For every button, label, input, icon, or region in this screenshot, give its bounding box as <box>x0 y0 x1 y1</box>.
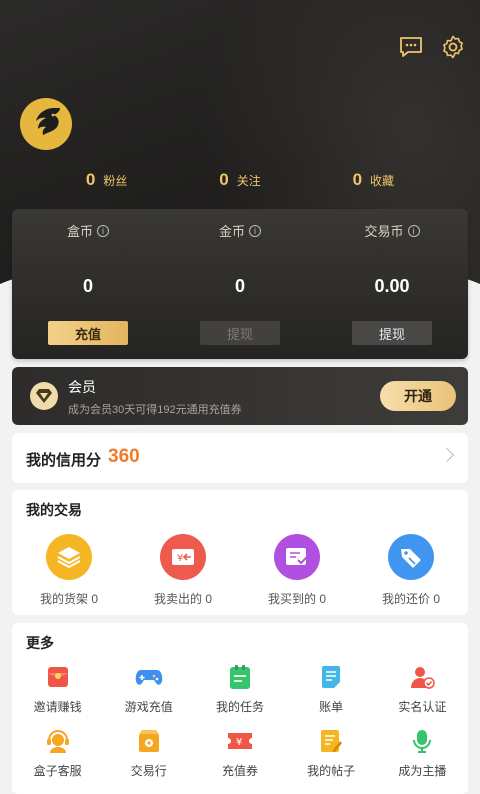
following-label: 关注 <box>236 174 261 188</box>
credit-score-row[interactable]: 我的信用分 360 <box>12 433 468 483</box>
trade-item-shelf[interactable]: 我的货架 0 <box>12 534 126 607</box>
trade-item-label: 我的还价 0 <box>381 592 440 606</box>
credit-label: 我的信用分 <box>26 452 102 469</box>
section-title: 更多 <box>26 635 54 651</box>
info-icon[interactable]: i <box>249 224 261 237</box>
favorites-stat[interactable]: 0 收藏 <box>353 170 394 190</box>
service-posts[interactable]: 我的帖子 <box>286 727 377 791</box>
bought-icon <box>274 534 320 580</box>
gold-coin-title: 金币 i <box>219 221 261 240</box>
service-invite[interactable]: 邀请赚钱 <box>12 663 103 727</box>
service-game-recharge[interactable]: 游戏充值 <box>103 663 194 727</box>
more-services-card: 更多 邀请赚钱 游戏充值 我的任务 账单 实名认证 盒子客服 交易行 ¥ 充值券… <box>12 623 468 794</box>
trade-item-label: 我卖出的 0 <box>153 592 212 606</box>
trade-withdraw-button[interactable]: 提现 <box>352 321 432 345</box>
trade-item-label: 我买到的 0 <box>267 592 326 606</box>
customer-service-icon <box>44 727 72 755</box>
service-label: 我的帖子 <box>307 764 356 778</box>
service-label: 邀请赚钱 <box>33 700 82 714</box>
trade-house-icon <box>135 727 163 755</box>
box-coin-column: 盒币 i 0 充值 <box>12 209 164 359</box>
service-label: 我的任务 <box>215 700 264 714</box>
service-label: 成为主播 <box>398 764 447 778</box>
shelf-icon <box>46 534 92 580</box>
trade-item-sold[interactable]: ¥ 我卖出的 0 <box>126 534 240 607</box>
favorites-count: 0 <box>352 170 363 189</box>
service-label: 实名认证 <box>398 700 447 714</box>
gold-withdraw-button[interactable]: 提现 <box>200 321 280 345</box>
sold-icon: ¥ <box>160 534 206 580</box>
credit-score: 360 <box>108 446 140 467</box>
my-trades-card: 我的交易 我的货架 0 ¥ 我卖出的 0 我买到的 0 我的还价 0 <box>12 490 468 615</box>
service-customer-service[interactable]: 盒子客服 <box>12 727 103 791</box>
service-label: 游戏充值 <box>124 700 173 714</box>
trade-coin-title: 交易币 i <box>364 221 420 240</box>
gold-coin-column: 金币 i 0 提现 <box>164 209 316 359</box>
post-icon <box>317 727 345 755</box>
svg-text:¥: ¥ <box>177 553 183 564</box>
service-bill[interactable]: 账单 <box>286 663 377 727</box>
fans-label: 粉丝 <box>103 174 128 188</box>
coupon-icon: ¥ <box>226 727 254 755</box>
following-count: 0 <box>219 170 229 189</box>
chevron-right-icon <box>439 447 455 463</box>
vip-title: 会员 <box>68 379 96 395</box>
wallet-card: 盒币 i 0 充值 金币 i 0 提现 交易币 i 0.00 提现 <box>12 209 468 359</box>
service-trade-house[interactable]: 交易行 <box>103 727 194 791</box>
fans-stat[interactable]: 0 粉丝 <box>86 170 127 190</box>
info-icon[interactable]: i <box>407 224 420 237</box>
vip-banner[interactable]: 会员 成为会员30天可得192元通用充值券 开通 <box>12 367 468 425</box>
recharge-button[interactable]: 充值 <box>48 321 128 345</box>
info-icon[interactable]: i <box>97 224 109 237</box>
fans-count: 0 <box>85 170 96 189</box>
following-stat[interactable]: 0 关注 <box>219 170 260 190</box>
box-coin-title: 盒币 i <box>67 221 109 240</box>
bargain-icon <box>388 534 434 580</box>
settings-icon[interactable] <box>440 34 466 60</box>
trade-item-label: 我的货架 0 <box>39 592 98 606</box>
red-envelope-icon <box>44 663 72 691</box>
box-coin-title-text: 盒币 <box>66 224 93 239</box>
gold-coin-title-text: 金币 <box>218 224 245 239</box>
trade-item-bargain[interactable]: 我的还价 0 <box>354 534 468 607</box>
service-id-verify[interactable]: 实名认证 <box>377 663 468 727</box>
service-tasks[interactable]: 我的任务 <box>194 663 285 727</box>
favorites-label: 收藏 <box>370 174 395 188</box>
trade-item-bought[interactable]: 我买到的 0 <box>240 534 354 607</box>
box-coin-balance: 0 <box>82 276 93 296</box>
vip-open-button[interactable]: 开通 <box>380 381 456 411</box>
social-stats: 0 粉丝 0 关注 0 收藏 <box>0 170 480 190</box>
service-coupon[interactable]: ¥ 充值券 <box>194 727 285 791</box>
task-icon <box>226 663 254 691</box>
bill-icon <box>317 663 345 691</box>
dragon-logo-icon <box>36 108 60 135</box>
microphone-icon <box>408 727 436 755</box>
section-title: 我的交易 <box>26 502 82 518</box>
header-actions <box>398 34 466 60</box>
service-label: 盒子客服 <box>33 764 82 778</box>
vip-diamond-icon <box>30 382 58 410</box>
trade-coin-column: 交易币 i 0.00 提现 <box>316 209 468 359</box>
trade-coin-balance: 0.00 <box>374 276 410 296</box>
service-label: 账单 <box>319 700 344 714</box>
service-label: 充值券 <box>221 764 258 778</box>
id-verify-icon <box>408 663 436 691</box>
service-become-streamer[interactable]: 成为主播 <box>377 727 468 791</box>
vip-description: 成为会员30天可得192元通用充值券 <box>68 404 242 416</box>
avatar[interactable] <box>20 98 72 150</box>
trade-coin-title-text: 交易币 <box>364 224 404 239</box>
gold-coin-balance: 0 <box>234 276 245 296</box>
message-icon[interactable] <box>398 34 424 60</box>
svg-text:¥: ¥ <box>236 737 242 748</box>
service-label: 交易行 <box>130 764 167 778</box>
gamepad-icon <box>135 663 163 691</box>
